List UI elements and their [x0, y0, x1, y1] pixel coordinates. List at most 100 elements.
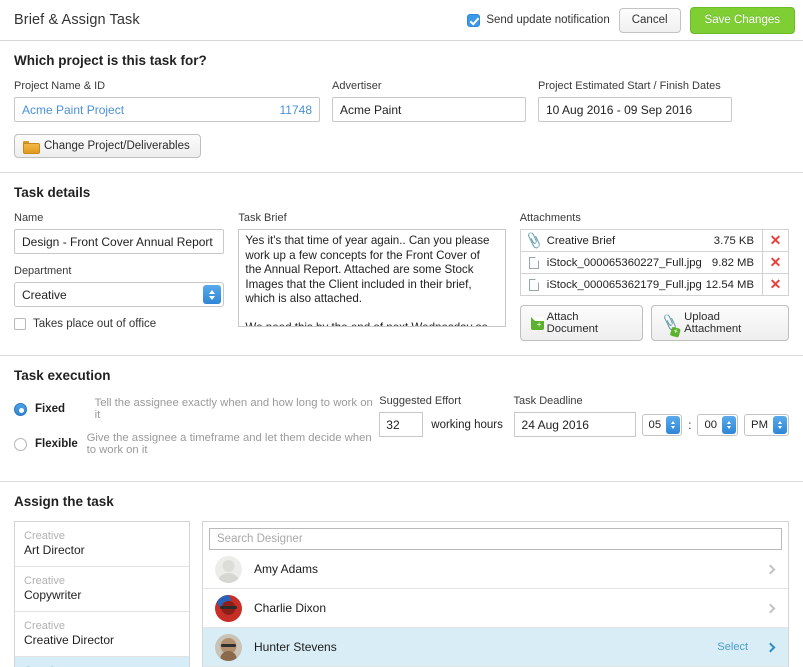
execution-mode-description: Give the assignee a timeframe and let th…: [86, 432, 372, 456]
table-row[interactable]: iStock_000065362179_Full.jpg 12.54 MB ✕: [520, 274, 788, 296]
page-header: Brief & Assign Task Send update notifica…: [0, 0, 803, 41]
checkbox-unchecked-icon[interactable]: [14, 318, 26, 330]
execution-mode-flexible[interactable]: Flexible Give the assignee a timeframe a…: [14, 432, 379, 456]
checkbox-checked-icon[interactable]: [467, 13, 481, 27]
suggested-effort-input[interactable]: 32: [379, 412, 424, 437]
chevron-right-icon[interactable]: [765, 564, 776, 574]
page-title: Brief & Assign Task: [14, 12, 140, 28]
suggested-effort-unit: working hours: [431, 418, 503, 431]
designer-list: Search Designer Amy Adams Charlie Dixon: [202, 521, 789, 667]
out-of-office-checkbox[interactable]: Takes place out of office: [14, 318, 224, 330]
chevron-right-icon[interactable]: [765, 603, 776, 613]
upload-attachment-button[interactable]: 📎 Upload Attachment: [650, 305, 789, 341]
advertiser-input[interactable]: Acme Paint: [332, 97, 526, 122]
task-execution-row: Fixed Tell the assignee exactly when and…: [14, 395, 789, 467]
assign-row: Creative Art Director Creative Copywrite…: [14, 521, 789, 667]
project-name-field-group: Project Name & ID Acme Paint Project 117…: [14, 80, 320, 122]
delete-attachment-icon[interactable]: ✕: [762, 252, 788, 273]
task-execution-section: Task execution Fixed Tell the assignee e…: [0, 356, 803, 482]
deadline-ampm-stepper[interactable]: PM: [744, 413, 789, 436]
attachments-label: Attachments: [519, 212, 581, 224]
brief-assign-task-page: Brief & Assign Task Send update notifica…: [0, 0, 803, 667]
project-name-input[interactable]: Acme Paint Project 11748: [14, 97, 320, 122]
execution-mode-group: Fixed Tell the assignee exactly when and…: [14, 395, 379, 467]
list-item[interactable]: Hunter Stevens Select: [203, 628, 788, 667]
attach-document-button[interactable]: Attach Document: [519, 305, 643, 341]
project-section: Which project is this task for? Project …: [0, 41, 803, 173]
project-section-title: Which project is this task for?: [14, 53, 207, 68]
advertiser-label: Advertiser: [332, 80, 382, 92]
deadline-hour-value: 05: [648, 418, 662, 431]
attachments-table: 📎 Creative Brief 3.75 KB ✕ iStock_000065…: [519, 229, 789, 296]
chevron-updown-icon[interactable]: [203, 285, 222, 304]
attachment-buttons: Attach Document 📎 Upload Attachment: [519, 305, 789, 341]
execution-mode-description: Tell the assignee exactly when and how l…: [94, 397, 373, 421]
document-icon: [521, 278, 547, 291]
execution-mode-fixed[interactable]: Fixed Tell the assignee exactly when and…: [14, 397, 379, 421]
send-update-notification-label: Send update notification: [486, 14, 610, 26]
list-item[interactable]: Charlie Dixon: [203, 589, 788, 628]
task-execution-title: Task execution: [14, 368, 111, 383]
deadline-hour-stepper[interactable]: 05: [641, 413, 683, 436]
deadline-minute-stepper[interactable]: 00: [697, 413, 739, 436]
project-name-label: Project Name & ID: [14, 80, 106, 92]
radio-selected-icon[interactable]: [14, 402, 27, 416]
paperclip-icon: 📎: [524, 230, 544, 250]
task-deadline-date-input[interactable]: 24 Aug 2016: [513, 412, 636, 437]
role-item-creative-director[interactable]: Creative Creative Director: [15, 612, 189, 657]
chevron-updown-icon[interactable]: [773, 415, 787, 434]
role-item-art-director[interactable]: Creative Art Director: [15, 522, 189, 567]
task-brief-label: Task Brief: [238, 212, 287, 224]
delete-attachment-icon[interactable]: ✕: [762, 274, 788, 295]
task-deadline-label: Task Deadline: [513, 395, 583, 407]
search-designer-input[interactable]: Search Designer: [209, 528, 782, 550]
time-separator: :: [688, 417, 692, 432]
folder-icon: [23, 140, 40, 154]
designer-name: Amy Adams: [254, 562, 319, 576]
role-item-copywriter[interactable]: Creative Copywriter: [15, 567, 189, 612]
attachment-name: iStock_000065362179_Full.jpg: [546, 278, 702, 291]
avatar: [215, 555, 242, 583]
out-of-office-label: Takes place out of office: [33, 318, 157, 330]
task-brief-column: Task Brief Yes it's that time of year ag…: [238, 212, 506, 341]
task-brief-textarea[interactable]: Yes it's that time of year again.. Can y…: [238, 229, 506, 327]
suggested-effort-label: Suggested Effort: [379, 395, 462, 407]
save-changes-button[interactable]: Save Changes: [689, 6, 795, 34]
task-brief-paragraph: Yes it's that time of year again.. Can y…: [245, 234, 490, 306]
radio-unselected-icon[interactable]: [14, 437, 27, 451]
project-dates-input[interactable]: 10 Aug 2016 - 09 Sep 2016: [538, 97, 732, 122]
department-select[interactable]: Creative: [14, 282, 225, 307]
deadline-minute-value: 00: [704, 418, 718, 431]
designer-name: Charlie Dixon: [254, 601, 327, 615]
send-update-notification-checkbox[interactable]: Send update notification: [467, 13, 610, 27]
suggested-effort-row: 32 working hours: [379, 412, 513, 437]
task-name-input[interactable]: Design - Front Cover Annual Report: [14, 229, 225, 254]
project-name-link[interactable]: Acme Paint Project: [22, 103, 124, 117]
upload-attachment-label: Upload Attachment: [684, 311, 742, 335]
role-name: Copywriter: [24, 588, 82, 602]
attachment-size: 3.75 KB: [713, 234, 754, 247]
table-row[interactable]: iStock_000065360227_Full.jpg 9.82 MB ✕: [520, 252, 788, 274]
role-item-designer[interactable]: Creative Designer: [15, 657, 189, 667]
avatar: [215, 594, 242, 622]
change-project-deliverables-label: Change Project/Deliverables: [44, 140, 190, 152]
cancel-button[interactable]: Cancel: [618, 7, 681, 33]
chevron-updown-icon[interactable]: [722, 415, 737, 434]
chevron-right-icon[interactable]: [765, 642, 776, 652]
suggested-effort-group: Suggested Effort 32 working hours: [379, 395, 513, 437]
table-row[interactable]: 📎 Creative Brief 3.75 KB ✕: [520, 230, 788, 252]
department-selected-value: Creative: [22, 287, 67, 302]
task-name-label: Name: [14, 212, 44, 224]
attachment-size: 9.82 MB: [711, 256, 754, 269]
change-project-deliverables-button[interactable]: Change Project/Deliverables: [14, 134, 201, 158]
role-name: Creative Director: [24, 633, 115, 647]
project-dates-label: Project Estimated Start / Finish Dates: [538, 80, 721, 92]
list-item[interactable]: Amy Adams: [203, 550, 788, 589]
select-designer-label[interactable]: Select: [717, 641, 748, 653]
project-dates-field-group: Project Estimated Start / Finish Dates 1…: [538, 80, 732, 122]
task-deadline-row: 24 Aug 2016 05 : 00 PM: [513, 412, 789, 437]
chevron-updown-icon[interactable]: [666, 415, 681, 434]
delete-attachment-icon[interactable]: ✕: [762, 230, 788, 251]
paperclip-add-icon: 📎: [660, 313, 680, 333]
advertiser-field-group: Advertiser Acme Paint: [332, 80, 526, 122]
